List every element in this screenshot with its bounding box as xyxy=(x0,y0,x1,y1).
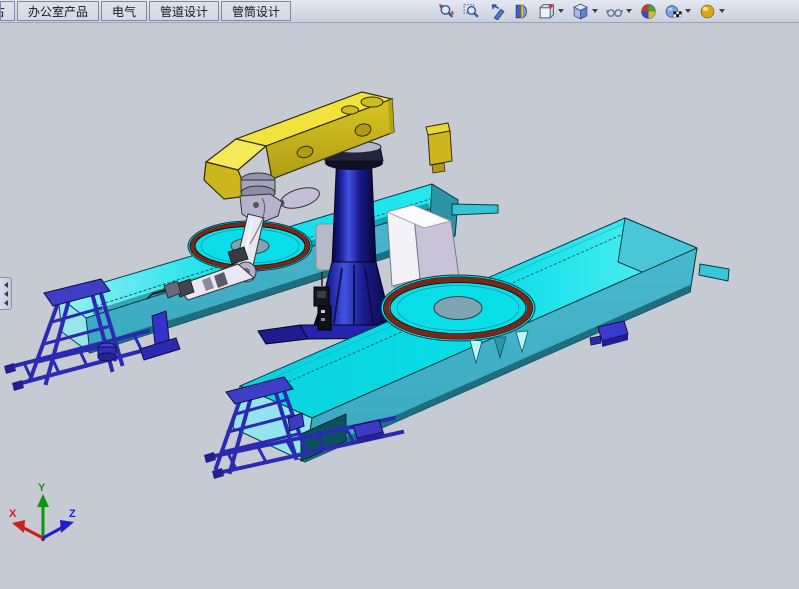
apply-scene-icon xyxy=(665,3,682,20)
tab-label: 管筒设计 xyxy=(232,3,280,20)
dropdown-arrow-icon[interactable] xyxy=(592,9,598,13)
zoom-to-fit-button[interactable] xyxy=(436,0,457,22)
section-view-button[interactable] xyxy=(511,0,532,22)
dropdown-arrow-icon[interactable] xyxy=(558,9,564,13)
zoom-to-area-button[interactable] xyxy=(461,0,482,22)
triad-z-label: Z xyxy=(69,508,76,520)
previous-view-button[interactable] xyxy=(486,0,507,22)
display-style-icon xyxy=(572,3,589,20)
dropdown-arrow-icon[interactable] xyxy=(719,9,725,13)
tab-label: 管道设计 xyxy=(160,3,208,20)
view-toolbar xyxy=(436,1,727,21)
edit-appearance-button[interactable] xyxy=(638,0,659,22)
display-style-button[interactable] xyxy=(570,0,600,22)
application-window: X Y Z 古 办公室产品 电气 管道设计 管筒设计 xyxy=(0,0,799,589)
command-bar: 古 办公室产品 电气 管道设计 管筒设计 xyxy=(0,0,799,23)
tab-strip: 古 办公室产品 电气 管道设计 管筒设计 xyxy=(0,1,293,21)
collapse-arrow-icon xyxy=(4,300,8,306)
hide-show-items-icon xyxy=(606,3,623,20)
triad-x-label: X xyxy=(9,508,17,520)
graphics-viewport[interactable]: X Y Z xyxy=(0,0,799,589)
edit-appearance-icon xyxy=(640,3,657,20)
dropdown-arrow-icon[interactable] xyxy=(685,9,691,13)
zoom-to-fit-icon xyxy=(438,3,455,20)
dropdown-arrow-icon[interactable] xyxy=(626,9,632,13)
tab-label: 电气 xyxy=(112,3,136,20)
tab-label: 古 xyxy=(0,3,5,20)
section-view-icon xyxy=(513,3,530,20)
assembly-scene[interactable]: X Y Z xyxy=(0,0,799,589)
tab-label: 办公室产品 xyxy=(28,3,88,20)
orientation-triad: X Y Z xyxy=(9,482,76,541)
apply-scene-button[interactable] xyxy=(663,0,693,22)
triad-y-label: Y xyxy=(38,482,46,494)
tab-4[interactable]: 管筒设计 xyxy=(221,1,291,21)
view-orientation-button[interactable] xyxy=(536,0,566,22)
collapse-arrow-icon xyxy=(4,282,8,288)
view-settings-icon xyxy=(699,3,716,20)
tab-3[interactable]: 管道设计 xyxy=(149,1,219,21)
tab-1[interactable]: 办公室产品 xyxy=(17,1,99,21)
previous-view-icon xyxy=(488,3,505,20)
hide-show-items-button[interactable] xyxy=(604,0,634,22)
tab-2[interactable]: 电气 xyxy=(101,1,147,21)
view-orientation-icon xyxy=(538,3,555,20)
collapse-arrow-icon xyxy=(4,291,8,297)
panel-expand-handle[interactable] xyxy=(0,277,12,310)
tab-partial-left[interactable]: 古 xyxy=(0,1,15,21)
zoom-to-area-icon xyxy=(463,3,480,20)
view-settings-button[interactable] xyxy=(697,0,727,22)
